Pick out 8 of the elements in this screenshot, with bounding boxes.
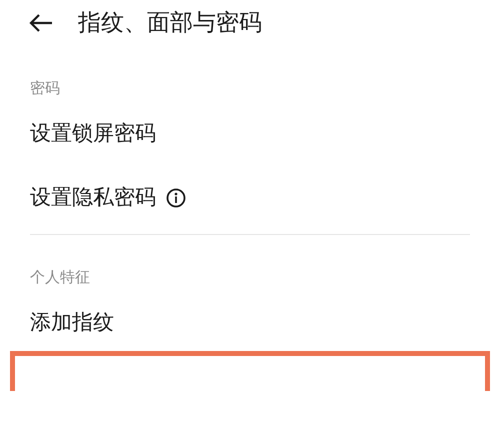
menu-item[interactable]: 添加指纹 [30, 307, 114, 338]
section-heading: 密码 [30, 79, 60, 97]
section-heading: 个人特征 [30, 268, 90, 286]
menu-item[interactable]: 设置锁屏密码 [30, 118, 156, 150]
menu-item[interactable]: 设置隐私密码 [30, 182, 156, 214]
back-icon[interactable] [28, 13, 54, 33]
info-icon[interactable] [166, 188, 186, 208]
page-title: 指纹、面部与密码 [78, 8, 262, 38]
